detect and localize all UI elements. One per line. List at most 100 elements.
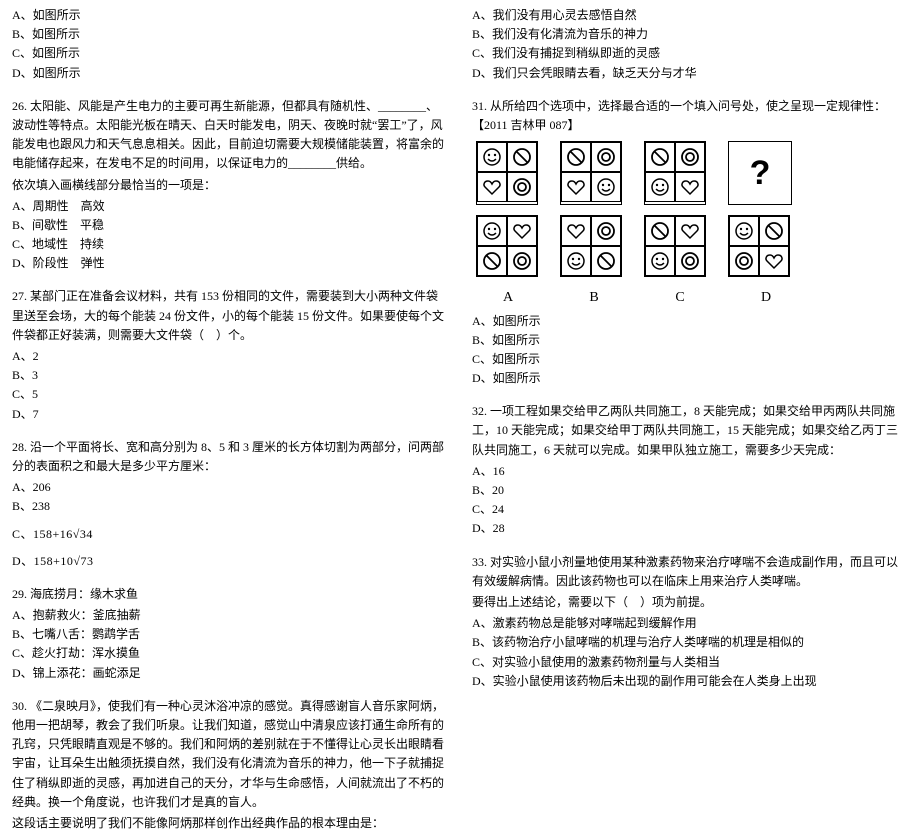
q31-figure: ? <box>472 141 908 309</box>
seq-grid-3 <box>644 141 706 205</box>
q31: 31. 从所给四个选项中，选择最合适的一个填入问号处，使之呈现一定规律性：【20… <box>472 97 908 389</box>
opt-grid-c <box>644 215 706 277</box>
opt-grid-b <box>560 215 622 277</box>
q31-sequence-row: ? <box>472 141 908 205</box>
q29-stem: 29. 海底捞月：缘木求鱼 <box>12 585 448 604</box>
q26: 26. 太阳能、风能是产生电力的主要可再生新能源，但都具有随机性、_______… <box>12 97 448 274</box>
q27: 27. 某部门正在准备会议材料，共有 153 份相同的文件，需要装到大小两种文件… <box>12 287 448 423</box>
q32-opt-a: A、16 <box>472 462 908 481</box>
q25-opt-a: A、如图所示 <box>12 6 448 25</box>
q30: 30. 《二泉映月》，使我们有一种心灵沐浴冲凉的感觉。真得感谢盲人音乐家阿炳，他… <box>12 697 448 833</box>
q29-opt-a: A、抱薪救火：釜底抽薪 <box>12 606 448 625</box>
q33-opt-b: B、该药物治疗小鼠哮喘的机理与治疗人类哮喘的机理是相似的 <box>472 633 908 652</box>
q32-opt-d: D、28 <box>472 519 908 538</box>
forbidden-icon <box>561 142 591 172</box>
q28-opt-d: D、158+10√73 <box>12 552 448 571</box>
q29-opt-c: C、趁火打劫：浑水摸鱼 <box>12 644 448 663</box>
q25-opt-b: B、如图所示 <box>12 25 448 44</box>
heart-icon <box>507 216 537 246</box>
forbidden-icon <box>759 216 789 246</box>
q33: 33. 对实验小鼠小剂量地使用某种激素药物来治疗哮喘不会造成副作用，而且可以有效… <box>472 553 908 691</box>
q26-prompt: 依次填入画横线部分最恰当的一项是： <box>12 176 448 195</box>
opt-grid-d <box>728 215 790 277</box>
q26-opt-c: C、地域性 持续 <box>12 235 448 254</box>
q25-options: A、如图所示 B、如图所示 C、如图所示 D、如图所示 <box>12 6 448 83</box>
q30-opt-b: B、我们没有化清流为音乐的神力 <box>472 25 908 44</box>
smile-icon <box>645 172 675 202</box>
q32-opt-c: C、24 <box>472 500 908 519</box>
label-c: C <box>648 287 712 309</box>
q33-tail: 要得出上述结论，需要以下（ ）项为前提。 <box>472 593 908 612</box>
q30-tail: 这段话主要说明了我们不能像阿炳那样创作出经典作品的根本理由是： <box>12 814 448 833</box>
right-column: A、我们没有用心灵去感悟自然 B、我们没有化清流为音乐的神力 C、我们没有捕捉到… <box>460 0 920 651</box>
circle-icon <box>729 246 759 276</box>
q32: 32. 一项工程如果交给甲乙两队共同施工，8 天能完成；如果交给甲丙两队共同施工… <box>472 402 908 538</box>
q32-opt-b: B、20 <box>472 481 908 500</box>
q33-opt-a: A、激素药物总是能够对哮喘起到缓解作用 <box>472 614 908 633</box>
circle-icon <box>507 172 537 202</box>
circle-icon <box>507 246 537 276</box>
q28: 28. 沿一个平面将长、宽和高分别为 8、5 和 3 厘米的长方体切割为两部分，… <box>12 438 448 571</box>
q27-stem: 27. 某部门正在准备会议材料，共有 153 份相同的文件，需要装到大小两种文件… <box>12 287 448 345</box>
q30-opt-c: C、我们没有捕捉到稍纵即逝的灵感 <box>472 44 908 63</box>
q26-opt-d: D、阶段性 弹性 <box>12 254 448 273</box>
seq-grid-1 <box>476 141 538 205</box>
circle-icon <box>675 246 705 276</box>
circle-icon <box>675 142 705 172</box>
circle-icon <box>591 142 621 172</box>
smile-icon <box>477 216 507 246</box>
q33-stem: 33. 对实验小鼠小剂量地使用某种激素药物来治疗哮喘不会造成副作用，而且可以有效… <box>472 553 908 591</box>
q29-opt-b: B、七嘴八舌：鹦鹉学舌 <box>12 625 448 644</box>
heart-icon <box>675 172 705 202</box>
q28-opt-b: B、238 <box>12 497 448 516</box>
smile-icon <box>645 246 675 276</box>
heart-icon <box>675 216 705 246</box>
q31-options-row <box>472 215 908 277</box>
q27-opt-c: C、5 <box>12 385 448 404</box>
q27-opt-d: D、7 <box>12 405 448 424</box>
q25-opt-c: C、如图所示 <box>12 44 448 63</box>
q28-stem: 28. 沿一个平面将长、宽和高分别为 8、5 和 3 厘米的长方体切割为两部分，… <box>12 438 448 476</box>
smile-icon <box>477 142 507 172</box>
forbidden-icon <box>477 246 507 276</box>
forbidden-icon <box>591 246 621 276</box>
seq-grid-2 <box>560 141 622 205</box>
forbidden-icon <box>645 216 675 246</box>
q32-stem: 32. 一项工程如果交给甲乙两队共同施工，8 天能完成；如果交给甲丙两队共同施工… <box>472 402 908 460</box>
q26-stem: 26. 太阳能、风能是产生电力的主要可再生新能源，但都具有随机性、_______… <box>12 97 448 174</box>
q30-opt-d: D、我们只会凭眼睛去看，缺乏天分与才华 <box>472 64 908 83</box>
q29: 29. 海底捞月：缘木求鱼 A、抱薪救火：釜底抽薪 B、七嘴八舌：鹦鹉学舌 C、… <box>12 585 448 683</box>
heart-icon <box>759 246 789 276</box>
q30-options: A、我们没有用心灵去感悟自然 B、我们没有化清流为音乐的神力 C、我们没有捕捉到… <box>472 6 908 83</box>
q33-opt-c: C、对实验小鼠使用的激素药物剂量与人类相当 <box>472 653 908 672</box>
label-a: A <box>476 287 540 309</box>
question-mark-box: ? <box>728 141 792 205</box>
label-d: D <box>734 287 798 309</box>
heart-icon <box>561 172 591 202</box>
smile-icon <box>729 216 759 246</box>
q29-opt-d: D、锦上添花：画蛇添足 <box>12 664 448 683</box>
q27-opt-a: A、2 <box>12 347 448 366</box>
heart-icon <box>561 216 591 246</box>
q28-opt-a: A、206 <box>12 478 448 497</box>
heart-icon <box>477 172 507 202</box>
opt-grid-a <box>476 215 538 277</box>
label-b: B <box>562 287 626 309</box>
q26-opt-b: B、间歇性 平稳 <box>12 216 448 235</box>
q31-opt-a: A、如图所示 <box>472 312 908 331</box>
q31-option-labels: A B C D <box>472 287 908 309</box>
forbidden-icon <box>645 142 675 172</box>
smile-icon <box>591 172 621 202</box>
q30-opt-a: A、我们没有用心灵去感悟自然 <box>472 6 908 25</box>
q31-opt-c: C、如图所示 <box>472 350 908 369</box>
q27-opt-b: B、3 <box>12 366 448 385</box>
q28-opt-c: C、158+16√34 <box>12 525 448 544</box>
left-column: A、如图所示 B、如图所示 C、如图所示 D、如图所示 26. 太阳能、风能是产… <box>0 0 460 651</box>
q26-opt-a: A、周期性 高效 <box>12 197 448 216</box>
forbidden-icon <box>507 142 537 172</box>
q33-opt-d: D、实验小鼠使用该药物后未出现的副作用可能会在人类身上出现 <box>472 672 908 691</box>
q25-opt-d: D、如图所示 <box>12 64 448 83</box>
smile-icon <box>561 246 591 276</box>
q31-opt-d: D、如图所示 <box>472 369 908 388</box>
circle-icon <box>591 216 621 246</box>
